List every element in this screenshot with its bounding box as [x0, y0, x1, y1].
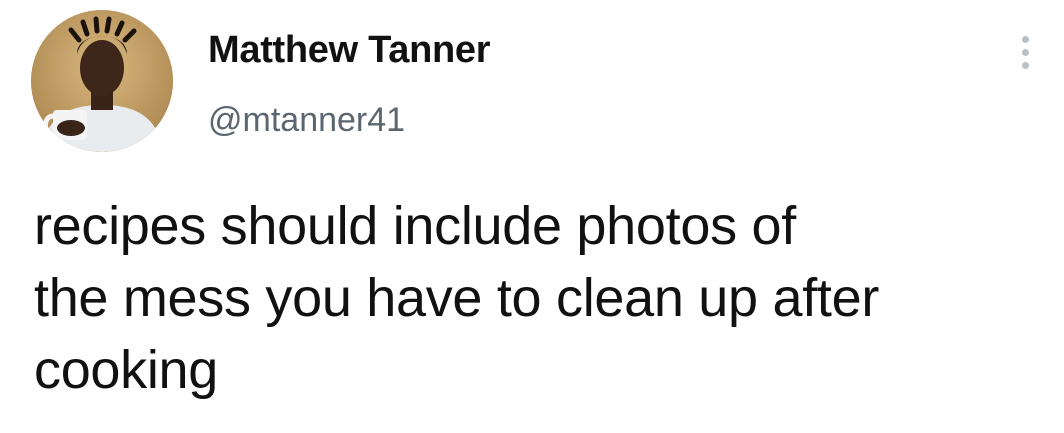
- more-vertical-icon-dot: [1022, 62, 1029, 69]
- more-options-button[interactable]: [1012, 30, 1040, 74]
- avatar[interactable]: [31, 10, 173, 152]
- author-handle[interactable]: @mtanner41: [208, 100, 405, 140]
- tweet-text-line: the mess you have to clean up after: [34, 268, 880, 328]
- author-display-name[interactable]: Matthew Tanner: [208, 28, 491, 72]
- avatar-image: [31, 10, 173, 152]
- tweet-text-line: cooking: [34, 340, 219, 400]
- tweet-text-line: recipes should include photos of: [34, 196, 796, 256]
- tweet-text: recipes should include photos of the mes…: [34, 190, 1034, 406]
- more-vertical-icon-dot: [1022, 36, 1029, 43]
- more-vertical-icon-dot: [1022, 49, 1029, 56]
- tweet: Matthew Tanner @mtanner41 recipes should…: [0, 0, 1064, 433]
